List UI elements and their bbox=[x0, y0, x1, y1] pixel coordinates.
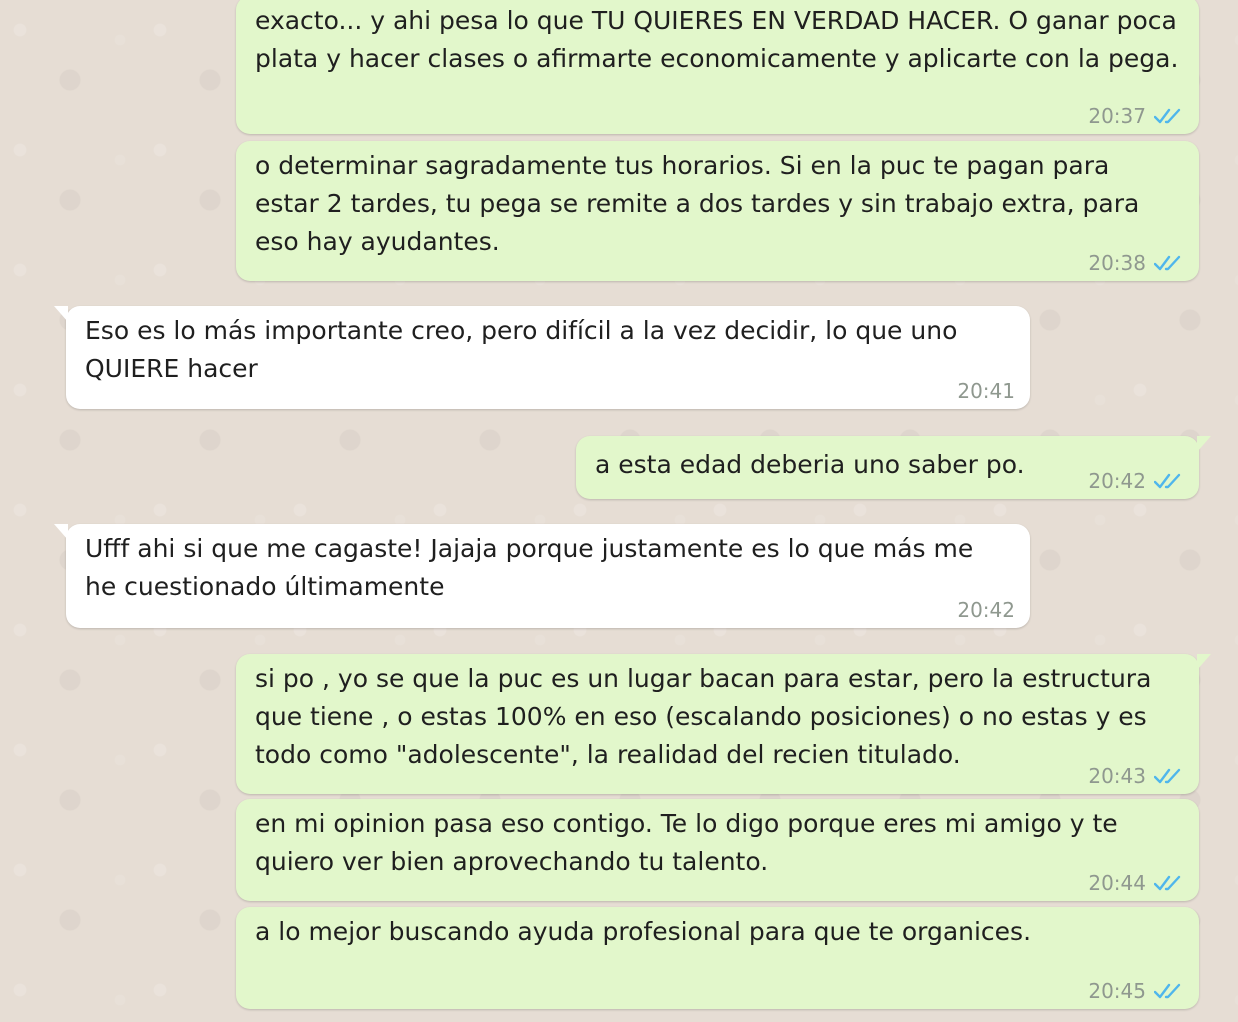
double-check-read-icon bbox=[1154, 255, 1181, 271]
message-meta: 20:41 bbox=[957, 381, 1015, 401]
message-time: 20:37 bbox=[1088, 104, 1146, 128]
message-time: 20:42 bbox=[957, 598, 1015, 622]
message-text: en mi opinion pasa eso contigo. Te lo di… bbox=[255, 809, 1118, 876]
chat-panel: exacto... y ahi pesa lo que TU QUIERES E… bbox=[0, 0, 1238, 1022]
message-bubble-outgoing[interactable]: a esta edad deberia uno saber po. 20:42 bbox=[576, 436, 1211, 499]
message-time: 20:43 bbox=[1088, 764, 1146, 788]
message-bubble-outgoing[interactable]: si po , yo se que la puc es un lugar bac… bbox=[236, 654, 1211, 794]
double-check-read-icon bbox=[1154, 983, 1181, 999]
message-meta: 20:42 bbox=[957, 600, 1015, 620]
message-meta: 20:43 bbox=[1088, 766, 1184, 786]
message-text: exacto... y ahi pesa lo que TU QUIERES E… bbox=[255, 6, 1179, 73]
message-text: Ufff ahi si que me cagaste! Jajaja porqu… bbox=[85, 534, 974, 601]
message-text: a lo mejor buscando ayuda profesional pa… bbox=[255, 917, 1032, 946]
message-meta: 20:38 bbox=[1088, 253, 1184, 273]
message-text: si po , yo se que la puc es un lugar bac… bbox=[255, 664, 1152, 769]
message-time: 20:44 bbox=[1088, 871, 1146, 895]
double-check-read-icon bbox=[1154, 768, 1181, 784]
message-meta: 20:42 bbox=[1088, 471, 1184, 491]
message-meta: 20:45 bbox=[1088, 981, 1184, 1001]
message-time: 20:41 bbox=[957, 379, 1015, 403]
double-check-read-icon bbox=[1154, 875, 1181, 891]
message-bubble-incoming[interactable]: Eso es lo más importante creo, pero difí… bbox=[54, 306, 1030, 409]
message-time: 20:45 bbox=[1088, 979, 1146, 1003]
message-text: o determinar sagradamente tus horarios. … bbox=[255, 151, 1140, 256]
message-bubble-outgoing[interactable]: o determinar sagradamente tus horarios. … bbox=[236, 141, 1199, 281]
message-bubble-outgoing[interactable]: en mi opinion pasa eso contigo. Te lo di… bbox=[236, 799, 1199, 901]
double-check-read-icon bbox=[1154, 108, 1181, 124]
double-check-read-icon bbox=[1154, 473, 1181, 489]
message-text: Eso es lo más importante creo, pero difí… bbox=[85, 316, 958, 383]
message-time: 20:38 bbox=[1088, 251, 1146, 275]
message-meta: 20:44 bbox=[1088, 873, 1184, 893]
message-bubble-incoming[interactable]: Ufff ahi si que me cagaste! Jajaja porqu… bbox=[54, 524, 1030, 628]
message-bubble-outgoing[interactable]: exacto... y ahi pesa lo que TU QUIERES E… bbox=[236, 0, 1199, 134]
message-bubble-outgoing[interactable]: a lo mejor buscando ayuda profesional pa… bbox=[236, 907, 1199, 1009]
message-time: 20:42 bbox=[1088, 469, 1146, 493]
message-meta: 20:37 bbox=[1088, 106, 1184, 126]
